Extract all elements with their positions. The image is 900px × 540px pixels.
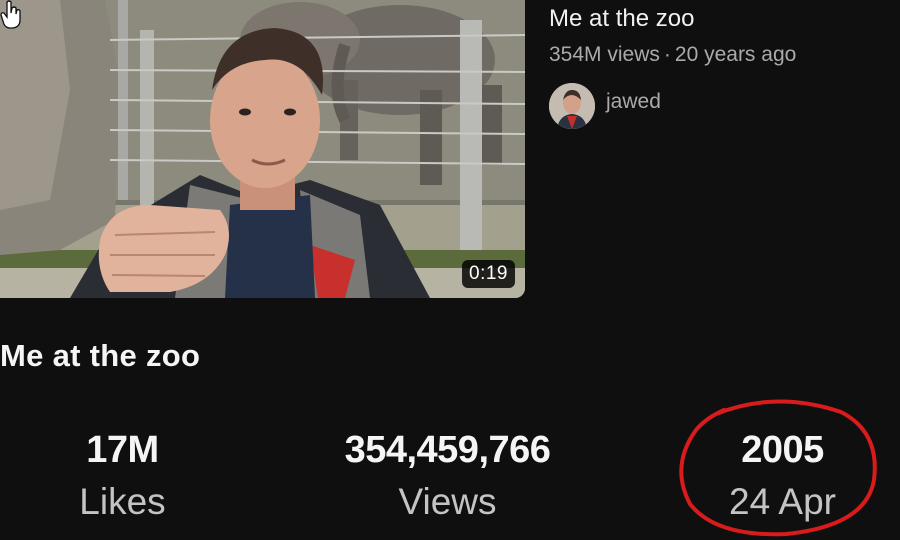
highlight-circle-annotation (679, 399, 877, 537)
likes-stat: 17M Likes (50, 428, 195, 524)
video-thumbnail[interactable]: 0:19 (0, 0, 525, 298)
likes-count: 17M (86, 429, 159, 471)
view-count: 354M views (549, 43, 660, 66)
avatar[interactable] (549, 83, 595, 129)
views-stat: 354,459,766 Views (320, 428, 575, 524)
page-title: Me at the zoo (0, 338, 201, 373)
upload-age: 20 years ago (674, 43, 797, 66)
channel-row[interactable]: jawed (549, 83, 894, 129)
hand-cursor-icon (0, 0, 21, 29)
likes-label: Likes (79, 481, 166, 522)
video-meta: Me at the zoo 354M views · 20 years ago ja… (549, 0, 894, 129)
duration-badge: 0:19 (462, 260, 515, 288)
video-stats-line: 354M views · 20 years ago (549, 41, 894, 69)
thumbnail-image (0, 0, 525, 298)
video-title-link[interactable]: Me at the zoo (549, 3, 894, 35)
views-label: Views (398, 481, 497, 522)
channel-name[interactable]: jawed (606, 90, 661, 114)
avatar-image (549, 83, 595, 129)
separator-dot: · (663, 43, 671, 66)
views-count: 354,459,766 (344, 429, 551, 471)
